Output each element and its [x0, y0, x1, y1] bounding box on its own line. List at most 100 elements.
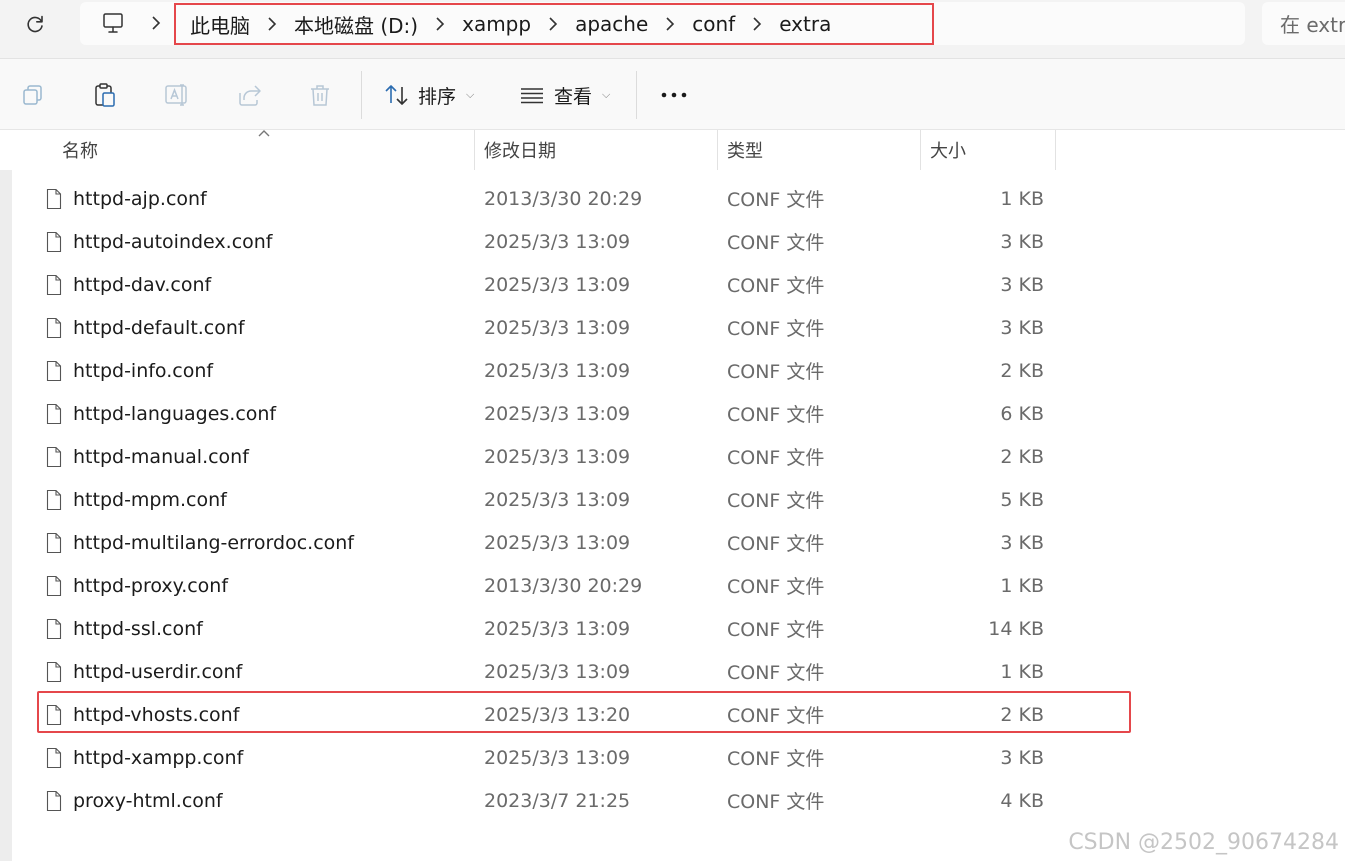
breadcrumb-item[interactable]: 此电脑 [190, 10, 250, 39]
paste-icon[interactable] [89, 79, 121, 111]
sort-label: 排序 [418, 85, 457, 108]
column-header-type[interactable]: 类型 [727, 130, 763, 170]
file-date: 2025/3/3 13:09 [484, 445, 631, 468]
breadcrumb-item[interactable]: 本地磁盘 (D:) [294, 10, 418, 39]
column-header-name[interactable]: 名称 [62, 130, 98, 170]
file-name: httpd-mpm.conf [73, 488, 227, 511]
file-date: 2013/3/30 20:29 [484, 574, 643, 597]
file-row[interactable]: httpd-vhosts.conf 2025/3/3 13:20 CONF 文件 2 … [0, 693, 1345, 736]
file-explorer-window: 此电脑 本地磁盘 (D:) xampp apache conf extra 在 … [0, 0, 1345, 861]
file-size: 4 KB [1000, 789, 1044, 812]
file-row[interactable]: httpd-ajp.conf 2013/3/30 20:29 CONF 文件 1 KB [0, 177, 1345, 220]
toolbar-divider [636, 71, 637, 119]
file-row[interactable]: httpd-mpm.conf 2025/3/3 13:09 CONF 文件 5 KB [0, 478, 1345, 521]
file-icon [44, 779, 64, 822]
file-name: httpd-info.conf [73, 359, 214, 382]
file-icon [44, 607, 64, 650]
file-row[interactable]: httpd-languages.conf 2025/3/3 13:09 CONF 文… [0, 392, 1345, 435]
rename-icon[interactable] [161, 79, 193, 111]
refresh-icon [27, 15, 43, 33]
chevron-down-icon: ⌵ [602, 88, 611, 101]
file-type: CONF 文件 [727, 705, 825, 727]
file-name: httpd-autoindex.conf [73, 230, 273, 253]
chevron-right-icon[interactable] [735, 16, 779, 32]
breadcrumb-root-chevron-icon[interactable] [146, 12, 166, 34]
column-divider[interactable] [474, 130, 475, 170]
file-row[interactable]: httpd-multilang-errordoc.conf 2025/3/3 13… [0, 521, 1345, 564]
file-name: httpd-default.conf [73, 316, 245, 339]
chevron-right-icon[interactable] [648, 16, 692, 32]
copy-icon[interactable] [17, 79, 49, 111]
view-list-icon [521, 88, 543, 104]
file-name: httpd-manual.conf [73, 445, 249, 468]
delete-icon[interactable] [304, 79, 336, 111]
file-row[interactable]: httpd-info.conf 2025/3/3 13:09 CONF 文件 2 KB [0, 349, 1345, 392]
breadcrumb-item[interactable]: xampp [462, 12, 531, 36]
file-row[interactable]: httpd-ssl.conf 2025/3/3 13:09 CONF 文件 14 KB [0, 607, 1345, 650]
file-type: CONF 文件 [727, 576, 825, 598]
column-divider[interactable] [920, 130, 921, 170]
command-bar: 排序 ⌵ 查看 ⌵ [0, 59, 1345, 130]
sort-button[interactable]: 排序 ⌵ [384, 77, 474, 113]
column-divider[interactable] [1055, 130, 1056, 170]
file-date: 2025/3/3 13:09 [484, 660, 631, 683]
file-date: 2025/3/3 13:09 [484, 359, 631, 382]
column-header-date[interactable]: 修改日期 [484, 130, 556, 170]
file-type: CONF 文件 [727, 490, 825, 512]
file-type: CONF 文件 [727, 447, 825, 469]
file-icon [44, 693, 64, 736]
file-row[interactable]: httpd-userdir.conf 2025/3/3 13:09 CONF 文件 1… [0, 650, 1345, 693]
sort-ascending-icon [258, 130, 270, 137]
file-row[interactable]: httpd-autoindex.conf 2025/3/3 13:09 CONF 文… [0, 220, 1345, 263]
file-size: 1 KB [1000, 574, 1044, 597]
file-date: 2025/3/3 13:09 [484, 273, 631, 296]
file-icon [44, 177, 64, 220]
file-date: 2025/3/3 13:09 [484, 617, 631, 640]
breadcrumb-item[interactable]: apache [575, 12, 648, 36]
file-date: 2025/3/3 13:09 [484, 746, 631, 769]
file-size: 2 KB [1000, 703, 1044, 726]
file-size: 6 KB [1000, 402, 1044, 425]
breadcrumb-item[interactable]: conf [692, 12, 735, 36]
file-row[interactable]: httpd-xampp.conf 2025/3/3 13:09 CONF 文件 3 K… [0, 736, 1345, 779]
file-row[interactable]: httpd-manual.conf 2025/3/3 13:09 CONF 文件 2 … [0, 435, 1345, 478]
file-size: 5 KB [1000, 488, 1044, 511]
file-size: 14 KB [988, 617, 1044, 640]
file-icon [44, 478, 64, 521]
file-name: httpd-multilang-errordoc.conf [73, 531, 354, 554]
file-size: 3 KB [1000, 531, 1044, 554]
file-size: 1 KB [1000, 660, 1044, 683]
column-divider[interactable] [717, 130, 718, 170]
file-row[interactable]: proxy-html.conf 2023/3/7 21:25 CONF 文件 4 KB [0, 779, 1345, 822]
chevron-right-icon[interactable] [531, 16, 575, 32]
file-row[interactable]: httpd-proxy.conf 2013/3/30 20:29 CONF 文件 1 … [0, 564, 1345, 607]
this-pc-icon[interactable] [98, 8, 128, 38]
file-name: httpd-proxy.conf [73, 574, 229, 597]
address-bar-row: 此电脑 本地磁盘 (D:) xampp apache conf extra 在 … [0, 0, 1345, 59]
file-type: CONF 文件 [727, 533, 825, 555]
file-type: CONF 文件 [727, 404, 825, 426]
column-header-size[interactable]: 大小 [930, 130, 966, 170]
file-row[interactable]: httpd-dav.conf 2025/3/3 13:09 CONF 文件 3 KB [0, 263, 1345, 306]
search-input[interactable]: 在 extra [1262, 2, 1345, 45]
file-icon [44, 564, 64, 607]
breadcrumb-item[interactable]: extra [779, 12, 831, 36]
more-options-icon[interactable] [658, 79, 690, 111]
breadcrumb: 此电脑 本地磁盘 (D:) xampp apache conf extra [174, 3, 934, 45]
refresh-button[interactable] [14, 6, 56, 42]
file-row[interactable]: httpd-default.conf 2025/3/3 13:09 CONF 文件 3… [0, 306, 1345, 349]
chevron-right-icon[interactable] [418, 16, 462, 32]
file-icon [44, 263, 64, 306]
chevron-right-icon[interactable] [250, 16, 294, 32]
share-icon[interactable] [233, 79, 265, 111]
column-header-row: 名称 修改日期 类型 大小 [0, 130, 1345, 170]
file-icon [44, 306, 64, 349]
toolbar-divider [361, 71, 362, 119]
file-icon [44, 650, 64, 693]
file-icon [44, 220, 64, 263]
file-date: 2023/3/7 21:25 [484, 789, 631, 812]
view-button[interactable]: 查看 ⌵ [518, 77, 610, 113]
file-size: 3 KB [1000, 746, 1044, 769]
file-size: 1 KB [1000, 187, 1044, 210]
file-size: 3 KB [1000, 273, 1044, 296]
